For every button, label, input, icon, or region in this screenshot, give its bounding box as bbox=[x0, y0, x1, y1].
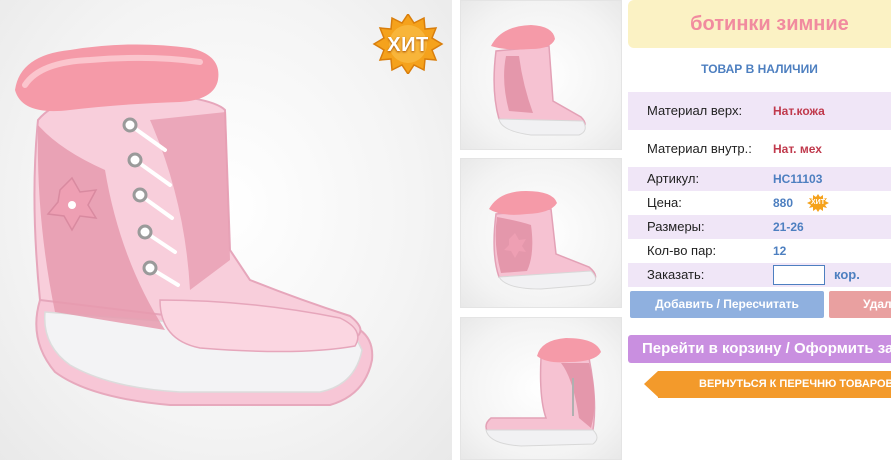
stock-status: ТОВАР В НАЛИЧИИ bbox=[701, 62, 818, 76]
thumbnail-1[interactable] bbox=[460, 0, 622, 150]
back-button-label: ВЕРНУТЬСЯ К ПЕРЕЧНЮ ТОВАРОВ bbox=[699, 378, 891, 390]
thumbnail-2[interactable] bbox=[460, 158, 622, 308]
spec-row-sizes: Размеры: 21-26 bbox=[628, 215, 891, 239]
go-to-cart-button[interactable]: Перейти в корзину / Оформить заказ bbox=[628, 335, 891, 363]
product-page: ХИТ ботинки зимние ТОВАР В НАЛИЧИИ Матер… bbox=[0, 0, 891, 460]
order-unit: кор. bbox=[834, 267, 860, 282]
spec-label: Кол-во пар: bbox=[647, 243, 717, 258]
spec-value: 21-26 bbox=[773, 220, 804, 234]
spec-value: НС11103 bbox=[773, 172, 823, 186]
delete-button[interactable]: Удалить bbox=[829, 291, 891, 318]
main-product-photo: ХИТ bbox=[0, 0, 452, 460]
add-recalculate-button[interactable]: Добавить / Пересчитать bbox=[630, 291, 824, 318]
spec-row-material-inner: Материал внутр.: Нат. мех bbox=[628, 130, 891, 168]
spec-label: Цена: bbox=[647, 195, 682, 210]
arrow-left-icon bbox=[644, 371, 658, 397]
hit-badge-label: ХИТ bbox=[387, 34, 429, 56]
product-title: ботинки зимние bbox=[690, 13, 849, 35]
spec-row-price: Цена: 880 ХИТ bbox=[628, 191, 891, 215]
spec-label: Материал верх: bbox=[647, 103, 743, 118]
spec-value: Нат.кожа bbox=[773, 104, 825, 118]
price-hit-label: ХИТ bbox=[811, 199, 825, 206]
spec-row-pairs: Кол-во пар: 12 bbox=[628, 239, 891, 263]
hit-badge: ХИТ bbox=[372, 14, 444, 74]
order-row: Заказать: кор. bbox=[628, 263, 891, 287]
order-quantity-input[interactable] bbox=[773, 265, 825, 285]
back-to-list-button[interactable]: ВЕРНУТЬСЯ К ПЕРЕЧНЮ ТОВАРОВ bbox=[644, 371, 891, 398]
spec-row-article: Артикул: НС11103 bbox=[628, 167, 891, 191]
spec-label: Размеры: bbox=[647, 219, 705, 234]
boot-thumbnail-image bbox=[491, 25, 586, 136]
thumbnail-3[interactable] bbox=[460, 317, 622, 460]
spec-row-material-top: Материал верх: Нат.кожа bbox=[628, 92, 891, 130]
spec-value: Нат. мех bbox=[773, 142, 822, 156]
spec-value: 12 bbox=[773, 244, 787, 258]
boot-thumbnail-image bbox=[485, 338, 601, 447]
order-label: Заказать: bbox=[647, 267, 705, 282]
boot-thumbnail-image bbox=[489, 191, 597, 290]
price-hit-badge: ХИТ bbox=[807, 194, 829, 212]
product-title-bar: ботинки зимние bbox=[628, 0, 891, 48]
price-value: 880 bbox=[773, 196, 794, 210]
spec-label: Материал внутр.: bbox=[647, 141, 752, 156]
spec-label: Артикул: bbox=[647, 171, 700, 186]
